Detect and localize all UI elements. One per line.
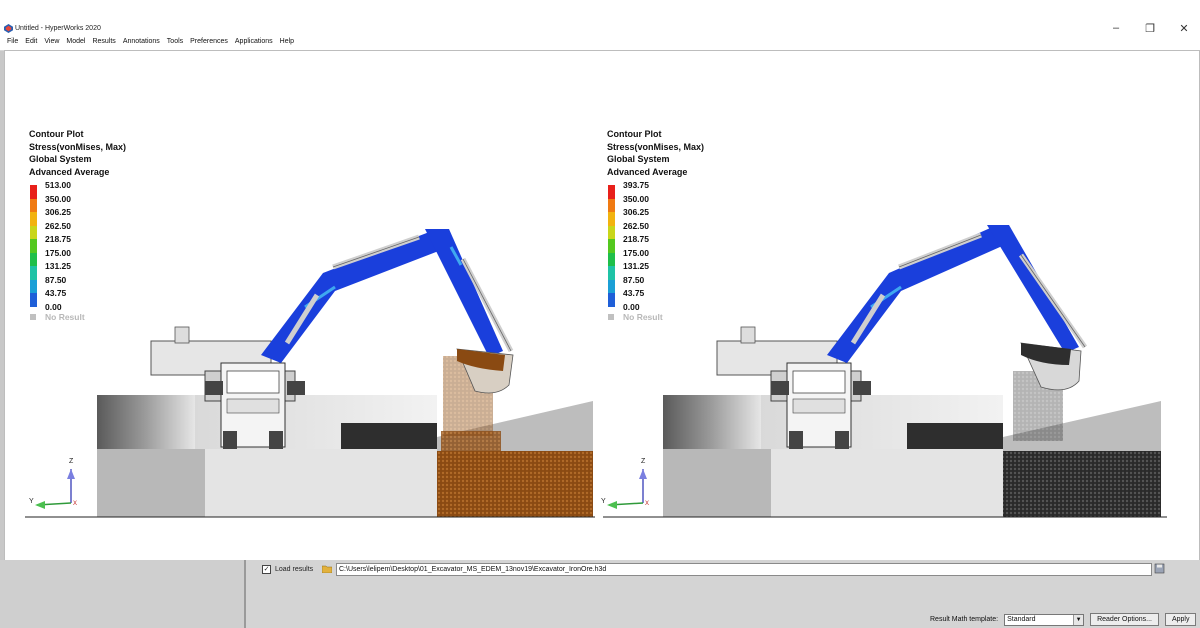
load-results-row: ✓ Load results	[262, 565, 313, 574]
menu-applications[interactable]: Applications	[235, 36, 273, 48]
menu-bar: File Edit View Model Results Annotations…	[0, 36, 1200, 51]
menu-results[interactable]: Results	[92, 36, 115, 48]
axis-z-label: Z	[641, 458, 646, 465]
minimize-button[interactable]: –	[1110, 22, 1122, 35]
close-button[interactable]: ✕	[1178, 22, 1190, 35]
menu-tools[interactable]: Tools	[167, 36, 183, 48]
title-bar: Untitled - HyperWorks 2020 – ❐ ✕	[0, 0, 1200, 36]
axis-x-label: X	[73, 501, 77, 507]
window-title: Untitled - HyperWorks 2020	[15, 25, 101, 32]
bottom-panel: ✓ Load results C:\Users\lelipem\Desktop\…	[0, 560, 1200, 628]
reader-options-button[interactable]: Reader Options...	[1090, 613, 1159, 626]
restore-button[interactable]: ❐	[1144, 22, 1156, 35]
right-axis-triad: Z Y X	[601, 458, 649, 509]
axis-z-label: Z	[69, 458, 74, 465]
result-math-template-select[interactable]: Standard ▼	[1004, 613, 1085, 626]
left-axis-triad: Z Y X	[29, 458, 77, 509]
result-file-path-input[interactable]: C:\Users\lelipem\Desktop\01_Excavator_MS…	[336, 563, 1152, 576]
apply-button[interactable]: Apply	[1164, 613, 1197, 626]
left-excavator-model[interactable]	[5, 51, 599, 561]
result-math-template-label: Result Math template:	[930, 616, 999, 623]
menu-annotations[interactable]: Annotations	[123, 36, 160, 48]
load-results-checkbox[interactable]: ✓	[262, 565, 271, 574]
chevron-down-icon: ▼	[1073, 614, 1084, 625]
browser-panel	[0, 560, 246, 628]
left-graphics-window[interactable]: Contour Plot Stress(vonMises, Max) Globa…	[5, 51, 599, 561]
right-graphics-window[interactable]: Contour Plot Stress(vonMises, Max) Globa…	[601, 51, 1197, 561]
menu-help[interactable]: Help	[280, 36, 294, 48]
menu-view[interactable]: View	[44, 36, 59, 48]
graphics-viewport[interactable]: Contour Plot Stress(vonMises, Max) Globa…	[4, 50, 1200, 562]
menu-file[interactable]: File	[7, 36, 18, 48]
menu-edit[interactable]: Edit	[25, 36, 37, 48]
axis-y-label: Y	[601, 498, 606, 505]
axis-y-label: Y	[29, 498, 34, 505]
load-results-label: Load results	[275, 566, 314, 573]
file-browse-icon[interactable]	[1154, 563, 1165, 574]
menu-model[interactable]: Model	[66, 36, 85, 48]
folder-icon[interactable]	[322, 564, 332, 573]
menu-preferences[interactable]: Preferences	[190, 36, 228, 48]
right-excavator-model[interactable]	[601, 51, 1197, 561]
result-options-bar: Result Math template: Standard ▼ Reader …	[930, 613, 1197, 626]
hyperworks-logo-icon	[4, 24, 13, 33]
axis-x-label: X	[645, 501, 649, 507]
